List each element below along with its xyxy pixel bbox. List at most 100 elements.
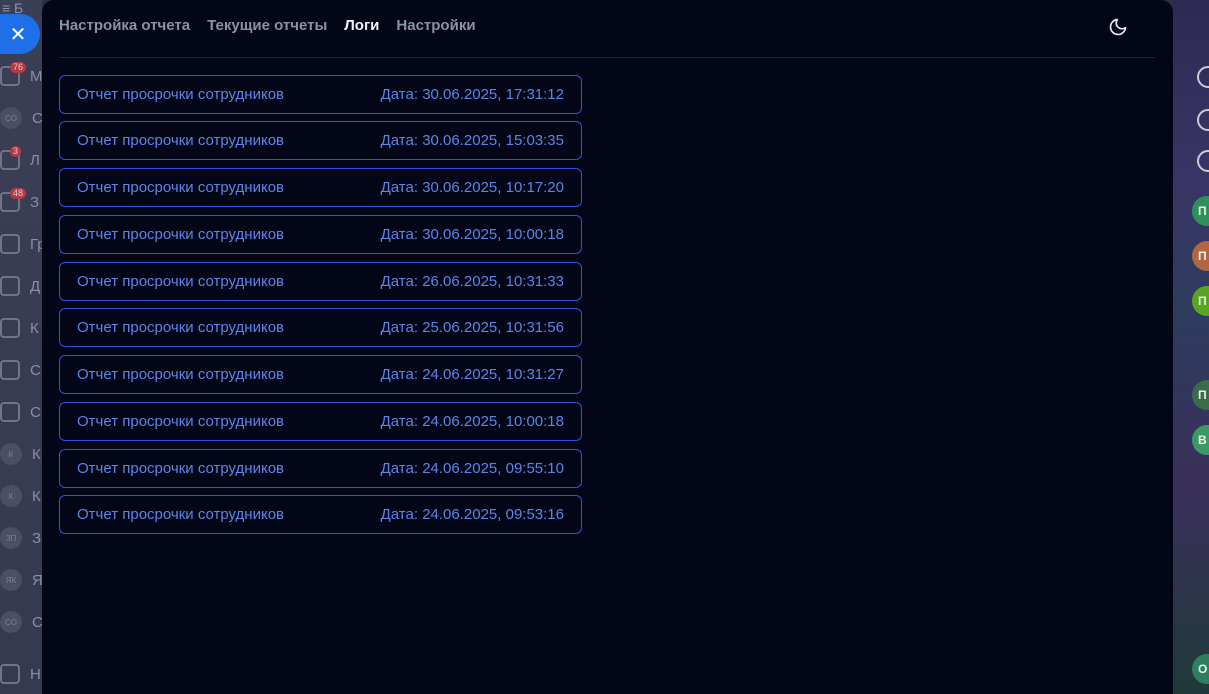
background-sidebar-label: С (30, 403, 41, 421)
log-item[interactable]: Отчет просрочки сотрудников Дата: 24.06.… (59, 449, 582, 488)
avatar: В (1192, 425, 1209, 455)
background-sidebar-label: М (30, 67, 42, 85)
log-item-title: Отчет просрочки сотрудников (77, 413, 285, 430)
background-sidebar-item: CO С (0, 610, 42, 634)
background-sidebar-item: Д (0, 274, 42, 298)
card-icon (0, 402, 20, 422)
background-sidebar-item: С (0, 358, 42, 382)
log-item-date: Дата: 26.06.2025, 10:31:33 (380, 273, 564, 290)
log-item-title: Отчет просрочки сотрудников (77, 319, 285, 336)
target-icon (1197, 109, 1209, 131)
log-item[interactable]: Отчет просрочки сотрудников Дата: 30.06.… (59, 168, 582, 207)
log-item[interactable]: Отчет просрочки сотрудников Дата: 30.06.… (59, 121, 582, 160)
tab-report-setup[interactable]: Настройка отчета (59, 17, 190, 34)
checkbox-icon: 48 (0, 188, 27, 212)
background-sidebar-item: ЯК Я (0, 568, 42, 592)
log-item-title: Отчет просрочки сотрудников (77, 179, 285, 196)
log-item[interactable]: Отчет просрочки сотрудников Дата: 30.06.… (59, 215, 582, 254)
log-item[interactable]: Отчет просрочки сотрудников Дата: 25.06.… (59, 308, 582, 347)
background-sidebar-item: КК (0, 484, 42, 508)
bell-icon (1197, 66, 1209, 88)
log-item[interactable]: Отчет просрочки сотрудников Дата: 24.06.… (59, 402, 582, 441)
background-sidebar-label: Д (30, 277, 41, 295)
log-item-title: Отчет просрочки сотрудников (77, 273, 285, 290)
moon-icon (1109, 18, 1127, 36)
smile-icon (1197, 150, 1209, 172)
count-badge: 76 (10, 62, 27, 73)
theme-toggle-button[interactable] (1108, 17, 1128, 37)
tab-divider (59, 57, 1155, 58)
log-item-title: Отчет просрочки сотрудников (77, 86, 285, 103)
document-icon: 3 (0, 146, 22, 170)
tab-logs[interactable]: Логи (344, 17, 379, 34)
avatar: К (0, 443, 22, 465)
background-sidebar-item: Н (0, 662, 42, 686)
avatar: О (1192, 654, 1209, 684)
avatar: П (1192, 286, 1209, 316)
avatar: П (1192, 380, 1209, 410)
count-badge: 48 (10, 188, 27, 199)
background-sidebar-label: Я (32, 571, 42, 589)
log-item-date: Дата: 30.06.2025, 15:03:35 (380, 132, 564, 149)
log-item-date: Дата: 30.06.2025, 10:17:20 (380, 179, 564, 196)
log-item-date: Дата: 24.06.2025, 09:55:10 (380, 460, 564, 477)
background-sidebar-label: Гр (30, 235, 42, 253)
log-item-title: Отчет просрочки сотрудников (77, 506, 285, 523)
background-sidebar-label: К (32, 487, 41, 505)
background-sidebar-item: Гр (0, 232, 42, 256)
avatar: CO (0, 107, 22, 129)
tab-bar: Настройка отчета Текущие отчеты Логи Нас… (59, 17, 476, 34)
background-sidebar-item: К (0, 316, 42, 340)
gear-icon (0, 664, 20, 684)
background-sidebar-item: 76 М (0, 62, 42, 88)
log-item-date: Дата: 25.06.2025, 10:31:56 (380, 319, 564, 336)
log-item[interactable]: Отчет просрочки сотрудников Дата: 24.06.… (59, 355, 582, 394)
log-item[interactable]: Отчет просрочки сотрудников Дата: 26.06.… (59, 262, 582, 301)
avatar: ЗП (0, 527, 22, 549)
log-item-title: Отчет просрочки сотрудников (77, 226, 285, 243)
background-sidebar-item: 48 З (0, 188, 42, 214)
log-item[interactable]: Отчет просрочки сотрудников Дата: 24.06.… (59, 495, 582, 534)
log-item-date: Дата: 30.06.2025, 10:00:18 (380, 226, 564, 243)
reports-modal: Настройка отчета Текущие отчеты Логи Нас… (42, 0, 1173, 694)
log-item-date: Дата: 24.06.2025, 10:00:18 (380, 413, 564, 430)
close-icon: ✕ (9, 23, 27, 46)
background-sidebar-label: С (30, 361, 41, 379)
background-sidebar-item: CO С (0, 106, 42, 130)
background-sidebar-item: ЗП З (0, 526, 42, 550)
log-item-title: Отчет просрочки сотрудников (77, 132, 285, 149)
drive-icon (0, 276, 20, 296)
log-item-date: Дата: 24.06.2025, 09:53:16 (380, 506, 564, 523)
background-right-strip: ППППВО (1173, 0, 1209, 694)
avatar: К (0, 485, 22, 507)
log-item-title: Отчет просрочки сотрудников (77, 460, 285, 477)
tab-settings[interactable]: Настройки (396, 17, 475, 34)
background-sidebar-label: Н (30, 665, 41, 683)
avatar: ЯК (0, 569, 22, 591)
background-sidebar-label: З (32, 529, 42, 547)
filter-icon (0, 360, 20, 380)
background-sidebar-label: С (32, 613, 42, 631)
background-sidebar-item: С (0, 400, 42, 424)
background-sidebar-label: К (30, 319, 39, 337)
background-sidebar-label: С (32, 109, 42, 127)
calendar-icon (0, 318, 20, 338)
log-item-date: Дата: 30.06.2025, 17:31:12 (380, 86, 564, 103)
background-sidebar: ≡ Б 76 М CO С 3 Л 48 З Гр Д К С С К К К К ЗП З ЯК Я CO С Н (0, 0, 42, 694)
log-item-date: Дата: 24.06.2025, 10:31:27 (380, 366, 564, 383)
background-sidebar-label: Л (30, 151, 40, 169)
background-sidebar-item: 3Л (0, 146, 42, 172)
tab-current-reports[interactable]: Текущие отчеты (207, 17, 327, 34)
background-sidebar-label: З (30, 193, 40, 211)
background-sidebar-item: КК (0, 442, 42, 466)
close-button[interactable]: ✕ (0, 14, 40, 54)
log-item-title: Отчет просрочки сотрудников (77, 366, 285, 383)
avatar: П (1192, 241, 1209, 271)
background-sidebar-label: К (32, 445, 41, 463)
count-badge: 3 (10, 146, 22, 157)
avatar: П (1192, 196, 1209, 226)
chat-icon: 76 (0, 62, 27, 86)
log-item[interactable]: Отчет просрочки сотрудников Дата: 30.06.… (59, 75, 582, 114)
group-icon (0, 234, 20, 254)
avatar: CO (0, 611, 22, 633)
